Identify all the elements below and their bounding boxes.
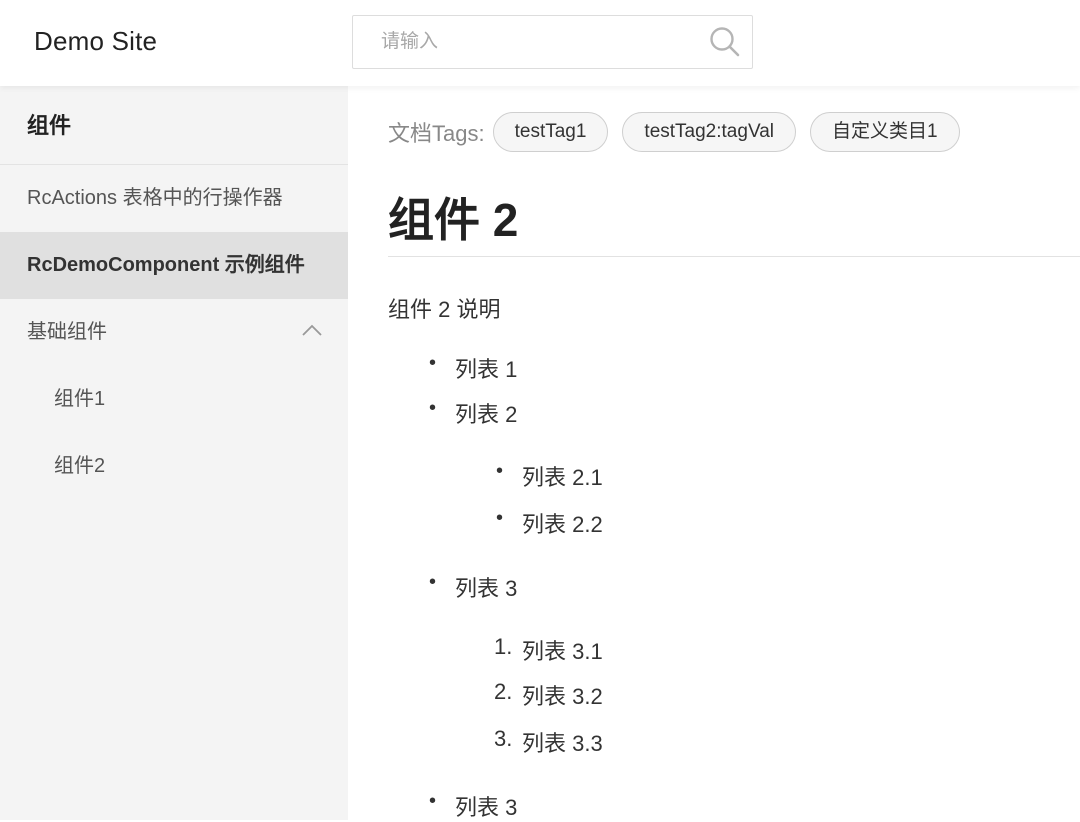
top-header: Demo Site	[0, 0, 1080, 86]
search-box[interactable]	[352, 15, 753, 69]
list-item: 列表 2.2	[496, 507, 603, 539]
tags-label: 文档Tags:	[388, 121, 485, 146]
sidebar: 组件 RcActions 表格中的行操作器 RcDemoComponent 示例…	[0, 86, 348, 820]
sidebar-item-component-1[interactable]: 组件1	[0, 366, 348, 433]
list-item-text: 列表 2	[455, 402, 518, 427]
sidebar-heading: 组件	[0, 86, 348, 165]
sidebar-item-rcdemocomponent[interactable]: RcDemoComponent 示例组件	[0, 232, 348, 299]
tag[interactable]: testTag2:tagVal	[622, 112, 796, 152]
sidebar-group-basic-components[interactable]: 基础组件	[0, 299, 348, 366]
list-item-text: 列表 2.2	[522, 512, 603, 537]
sidebar-item-label: 基础组件	[27, 321, 107, 343]
sidebar-item-label: RcActions 表格中的行操作器	[27, 187, 283, 209]
sidebar-item-rcactions[interactable]: RcActions 表格中的行操作器	[0, 165, 348, 232]
chevron-up-icon[interactable]	[302, 323, 322, 337]
list-item-text: 列表 3.3	[522, 731, 603, 756]
search-icon[interactable]	[709, 26, 741, 58]
list-number: 1.	[494, 634, 513, 659]
list-item: 1. 列表 3.1	[494, 634, 603, 666]
site-title[interactable]: Demo Site	[34, 26, 157, 57]
sidebar-item-component-2[interactable]: 组件2	[0, 433, 348, 500]
sidebar-item-label: 组件2	[54, 455, 106, 477]
list-item: 列表 2.1	[496, 460, 603, 492]
divider	[388, 256, 1080, 257]
list-item: 列表 1	[429, 352, 518, 384]
list-item-text: 列表 1	[455, 357, 518, 382]
main-content: 文档Tags: testTag1 testTag2:tagVal 自定义类目1 …	[388, 86, 1080, 820]
list-number: 2.	[494, 679, 513, 704]
doc-tags: 文档Tags: testTag1 testTag2:tagVal 自定义类目1	[388, 112, 974, 152]
list-item: 列表 3	[429, 790, 518, 822]
sidebar-item-label: RcDemoComponent 示例组件	[27, 254, 305, 276]
list-item-text: 列表 2.1	[522, 465, 603, 490]
list-item-text: 列表 3	[455, 795, 518, 820]
sidebar-item-label: 组件1	[54, 388, 106, 410]
page-title: 组件 2	[388, 194, 519, 246]
list-item-text: 列表 3	[455, 576, 518, 601]
list-number: 3.	[494, 726, 513, 751]
tag[interactable]: 自定义类目1	[810, 112, 960, 152]
list-item: 列表 2	[429, 397, 518, 429]
list-item-text: 列表 3.2	[522, 684, 603, 709]
list-item: 列表 3	[429, 571, 518, 603]
search-input[interactable]	[353, 16, 693, 68]
description: 组件 2 说明	[388, 297, 501, 322]
tag[interactable]: testTag1	[492, 112, 609, 152]
list-item: 3. 列表 3.3	[494, 726, 603, 758]
list-item: 2. 列表 3.2	[494, 679, 603, 711]
list-item-text: 列表 3.1	[522, 639, 603, 664]
